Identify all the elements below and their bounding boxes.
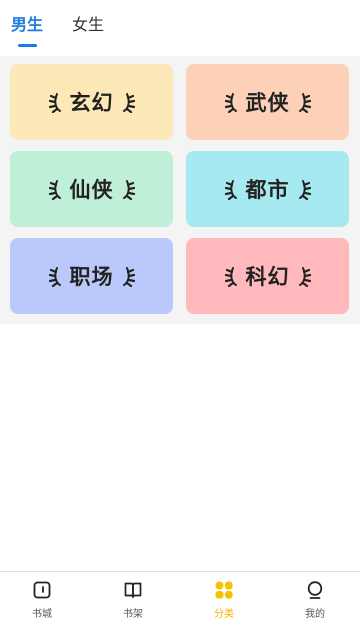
category-card-dushi[interactable]: 都市 [186,151,349,227]
nav-item-store[interactable]: 书城 [12,578,72,620]
nav-item-bookshelf[interactable]: 书架 [103,578,163,620]
category-icon [215,581,233,599]
nav-label: 书架 [123,609,143,620]
nav-item-profile[interactable]: 我的 [285,578,345,620]
category-label: 武侠 [245,91,290,115]
bookshelf-icon [124,582,142,598]
category-grid: 玄幻 武侠 仙侠 都市 职场 科幻 [0,56,360,324]
category-label: 科幻 [245,265,290,289]
laurel-left-icon [48,180,61,200]
laurel-right-icon [122,267,135,287]
laurel-left-icon [224,180,237,200]
active-tab-indicator [18,44,37,47]
tab-female[interactable]: 女生 [72,14,104,36]
tab-male[interactable]: 男生 [11,14,43,36]
category-card-kehuan[interactable]: 科幻 [186,238,349,314]
category-card-xuanhuan[interactable]: 玄幻 [10,64,173,140]
bottom-navigation: 书城 书架 分类 我的 [0,571,360,623]
nav-label: 书城 [32,609,52,620]
laurel-left-icon [224,267,237,287]
profile-icon [307,581,323,599]
category-label: 仙侠 [69,178,114,202]
laurel-right-icon [122,180,135,200]
category-card-xianxia[interactable]: 仙侠 [10,151,173,227]
nav-label: 我的 [305,609,325,620]
category-card-wuxia[interactable]: 武侠 [186,64,349,140]
laurel-left-icon [48,93,61,113]
nav-label: 分类 [214,609,234,620]
gender-tabs: 男生 女生 [0,0,360,56]
laurel-left-icon [48,267,61,287]
laurel-right-icon [298,267,311,287]
category-label: 玄幻 [69,91,114,115]
laurel-right-icon [298,93,311,113]
store-icon [33,581,51,599]
laurel-right-icon [298,180,311,200]
category-label: 职场 [69,265,114,289]
nav-item-category[interactable]: 分类 [194,578,254,620]
category-card-zhichang[interactable]: 职场 [10,238,173,314]
laurel-left-icon [224,93,237,113]
laurel-right-icon [122,93,135,113]
category-label: 都市 [245,178,290,202]
